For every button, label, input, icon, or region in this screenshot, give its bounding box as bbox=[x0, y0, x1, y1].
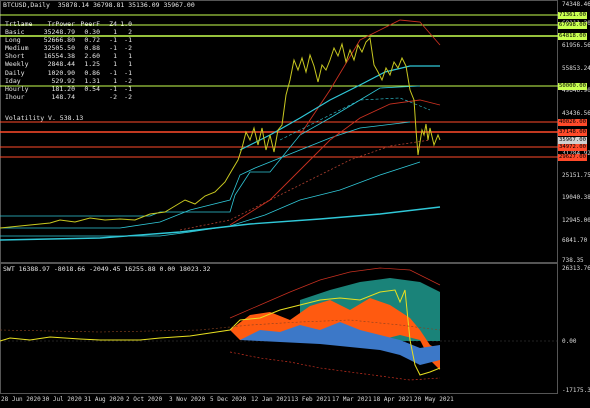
table-cell: Long bbox=[5, 36, 21, 45]
table-cell: 2 bbox=[128, 28, 132, 37]
table-row: Basic 35248.79 0.30 1 2 bbox=[5, 28, 132, 36]
table-header-row: Trtlame TrPower PeerF Z4 1.0 bbox=[5, 20, 132, 28]
price-tick-label: 55853.24 bbox=[562, 65, 590, 72]
time-tick-label: 12 Jan 2021 bbox=[251, 396, 291, 403]
indicator-tick-label: 0.00 bbox=[562, 338, 577, 345]
table-cell: Iday bbox=[5, 76, 21, 85]
time-tick-label: 28 Jun 2020 bbox=[1, 396, 41, 403]
table-cell: Z4 bbox=[109, 20, 117, 28]
table-cell: 0.54 bbox=[84, 84, 100, 93]
time-tick-label: 5 Dec 2020 bbox=[210, 396, 247, 403]
swt-indicator-header: SWT 16388.97 -8018.66 -2049.45 16255.88 … bbox=[3, 265, 211, 273]
table-cell: PeerF bbox=[80, 20, 100, 28]
table-cell: -1 bbox=[124, 36, 132, 45]
table-row: Iday 529.92 1.31 1 -2 bbox=[5, 77, 132, 85]
table-cell: -1 bbox=[124, 84, 132, 93]
table-row: Long 52666.80 0.72 -1 -1 bbox=[5, 36, 132, 44]
time-tick-label: 30 Jul 2020 bbox=[42, 396, 82, 403]
time-tick-label: 17 Mar 2021 bbox=[332, 396, 372, 403]
table-row: Daily 1020.90 0.86 -1 -1 bbox=[5, 69, 132, 77]
swt-indicator bbox=[0, 267, 558, 381]
table-cell: 0.30 bbox=[84, 28, 100, 37]
price-tick-label: 61956.56 bbox=[562, 42, 590, 49]
table-cell: -1 bbox=[109, 44, 117, 53]
table-cell: Daily bbox=[5, 68, 25, 77]
price-tick-label: 12945.00 bbox=[562, 217, 590, 224]
trend-power-table: Trtlame TrPower PeerF Z4 1.0 Basic 35248.79 0.3… bbox=[5, 20, 132, 101]
price-level-label: 67998.00 bbox=[558, 21, 587, 29]
table-cell: 1.25 bbox=[84, 60, 100, 69]
price-tick-label: 74348.46 bbox=[562, 1, 590, 8]
price-level-label: 37148.00 bbox=[558, 128, 587, 136]
table-cell: 529.92 bbox=[51, 76, 75, 85]
time-tick-label: 3 Nov 2020 bbox=[169, 396, 206, 403]
table-cell: -1 bbox=[124, 68, 132, 77]
table-cell: Basic bbox=[5, 28, 25, 37]
table-cell: -1 bbox=[109, 84, 117, 93]
table-cell: 1 bbox=[128, 52, 132, 61]
price-level-label: 64818.00 bbox=[558, 32, 587, 40]
table-row: Short 16554.38 2.60 1 1 bbox=[5, 52, 132, 60]
time-tick-label: 13 Feb 2021 bbox=[291, 396, 331, 403]
price-tick-label: 6841.70 bbox=[562, 237, 588, 244]
table-cell: 1.0 bbox=[120, 20, 132, 28]
table-cell: 1 bbox=[113, 52, 117, 61]
table-cell: -1 bbox=[109, 36, 117, 45]
table-cell: 52666.80 bbox=[43, 36, 75, 45]
table-cell bbox=[75, 93, 100, 101]
table-row: Ihour 148.74 -2 -2 bbox=[5, 93, 132, 101]
table-cell: 1 bbox=[128, 60, 132, 69]
table-row: Hourly 181.20 0.54 -1 -1 bbox=[5, 85, 132, 93]
channel-boxes bbox=[0, 85, 421, 237]
time-tick-label: 31 Aug 2020 bbox=[84, 396, 124, 403]
table-cell: -2 bbox=[124, 92, 132, 101]
table-cell: 32505.50 bbox=[43, 44, 75, 53]
table-cell: 148.74 bbox=[51, 92, 75, 101]
price-level-label: 35967.00 bbox=[558, 136, 587, 144]
time-tick-label: 2 Oct 2020 bbox=[126, 396, 163, 403]
volatility-label: Volatility V. 538.13 bbox=[5, 114, 84, 122]
table-cell: Ihour bbox=[5, 92, 25, 101]
table-cell: -1 bbox=[109, 68, 117, 77]
price-level-label: 71361.00 bbox=[558, 11, 587, 19]
table-row: Medium 32505.50 0.88 -1 -2 bbox=[5, 44, 132, 52]
table-cell: Trtlame bbox=[5, 20, 33, 28]
table-cell: 1 bbox=[113, 60, 117, 69]
price-tick-label: 25151.75 bbox=[562, 172, 590, 179]
price-level-label: 29627.00 bbox=[558, 153, 587, 161]
table-cell: Weekly bbox=[5, 60, 29, 69]
table-cell: Short bbox=[5, 52, 25, 61]
table-cell: 2.60 bbox=[84, 52, 100, 61]
table-cell: -2 bbox=[124, 76, 132, 85]
table-cell: 2848.44 bbox=[47, 60, 75, 69]
table-cell: -2 bbox=[109, 92, 117, 101]
price-tick-label: 738.35 bbox=[562, 257, 584, 264]
table-cell: 0.72 bbox=[84, 36, 100, 45]
chart-symbol-header: BTCUSD,Daily 35878.14 36798.81 35136.09 … bbox=[3, 1, 195, 9]
indicator-tick-label: 26313.76 bbox=[562, 265, 590, 272]
time-tick-label: 18 Apr 2021 bbox=[373, 396, 413, 403]
table-cell: 1 bbox=[113, 76, 117, 85]
table-cell: 181.20 bbox=[51, 84, 75, 93]
table-cell: 1 bbox=[113, 28, 117, 37]
table-cell: 0.88 bbox=[84, 44, 100, 53]
price-level-label: 40026.00 bbox=[558, 118, 587, 126]
price-tick-label: 43436.56 bbox=[562, 110, 590, 117]
indicator-tick-label: -17175.34 bbox=[562, 387, 590, 394]
price-level-label: 50000.00 bbox=[558, 82, 587, 90]
table-cell: 0.86 bbox=[84, 68, 100, 77]
table-cell: Hourly bbox=[5, 84, 29, 93]
table-cell: 1020.90 bbox=[47, 68, 75, 77]
table-row: Weekly 2848.44 1.25 1 1 bbox=[5, 60, 132, 68]
table-cell: TrPower bbox=[47, 20, 75, 28]
table-cell: 1.31 bbox=[84, 76, 100, 85]
table-cell: 16554.38 bbox=[43, 52, 75, 61]
price-tick-label: 19040.38 bbox=[562, 194, 590, 201]
price-level-label: 34972.00 bbox=[558, 143, 587, 151]
time-tick-label: 20 May 2021 bbox=[414, 396, 454, 403]
table-cell: Medium bbox=[5, 44, 29, 53]
table-cell: -2 bbox=[124, 44, 132, 53]
table-cell: 35248.79 bbox=[43, 28, 75, 37]
